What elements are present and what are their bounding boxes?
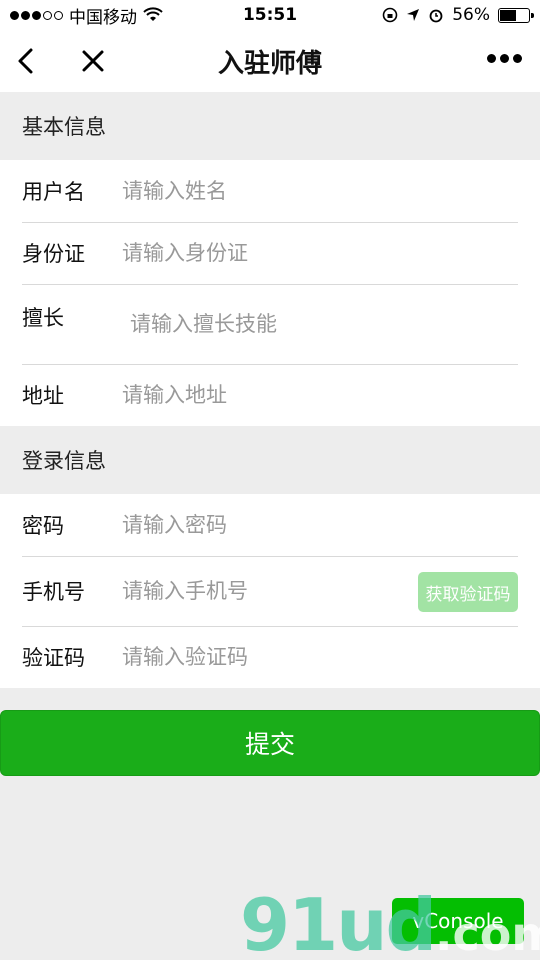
nav-bar: 入驻师傅 xyxy=(0,30,540,92)
password-input[interactable] xyxy=(122,513,540,537)
name-input[interactable] xyxy=(122,179,540,203)
wifi-icon xyxy=(143,7,163,21)
address-label: 地址 xyxy=(22,384,64,408)
status-left: 中国移动 xyxy=(10,3,163,28)
section-header-login: 登录信息 xyxy=(0,426,540,494)
rotation-lock-icon xyxy=(382,7,398,23)
password-label: 密码 xyxy=(22,514,64,538)
skills-row: 擅长 xyxy=(0,284,540,364)
submit-button[interactable]: 提交 xyxy=(0,710,540,776)
phone-row: 手机号 获取验证码 xyxy=(0,556,540,626)
id-card-input[interactable] xyxy=(122,241,540,265)
skills-textarea[interactable] xyxy=(122,308,540,356)
password-row: 密码 xyxy=(0,494,540,556)
section-header-basic: 基本信息 xyxy=(0,92,540,160)
alarm-icon xyxy=(429,9,443,23)
location-icon xyxy=(407,9,420,21)
battery-icon xyxy=(498,7,534,23)
code-input[interactable] xyxy=(122,645,540,669)
status-right: 56% xyxy=(382,5,534,25)
get-code-button[interactable]: 获取验证码 xyxy=(418,572,518,612)
skills-label: 擅长 xyxy=(22,306,64,330)
address-input[interactable] xyxy=(122,383,540,407)
phone-label: 手机号 xyxy=(22,580,85,604)
more-icon[interactable] xyxy=(487,54,522,63)
id-card-row: 身份证 xyxy=(0,222,540,284)
battery-percent: 56% xyxy=(452,5,490,25)
code-label: 验证码 xyxy=(22,646,85,670)
name-row: 用户名 xyxy=(0,160,540,222)
login-info-group: 密码 手机号 获取验证码 验证码 xyxy=(0,494,540,688)
status-bar: 中国移动 15:51 56% xyxy=(0,0,540,30)
id-card-label: 身份证 xyxy=(22,242,85,266)
name-label: 用户名 xyxy=(22,180,85,204)
basic-info-group: 用户名 身份证 擅长 地址 xyxy=(0,160,540,426)
phone-input[interactable] xyxy=(122,579,410,603)
signal-icon xyxy=(10,10,63,20)
code-row: 验证码 xyxy=(0,626,540,688)
battery-level xyxy=(500,9,516,21)
back-icon[interactable] xyxy=(12,46,42,76)
vconsole-button[interactable]: vConsole xyxy=(392,898,524,944)
close-icon[interactable] xyxy=(78,46,108,76)
address-row: 地址 xyxy=(0,364,540,426)
carrier-name: 中国移动 xyxy=(69,7,137,28)
